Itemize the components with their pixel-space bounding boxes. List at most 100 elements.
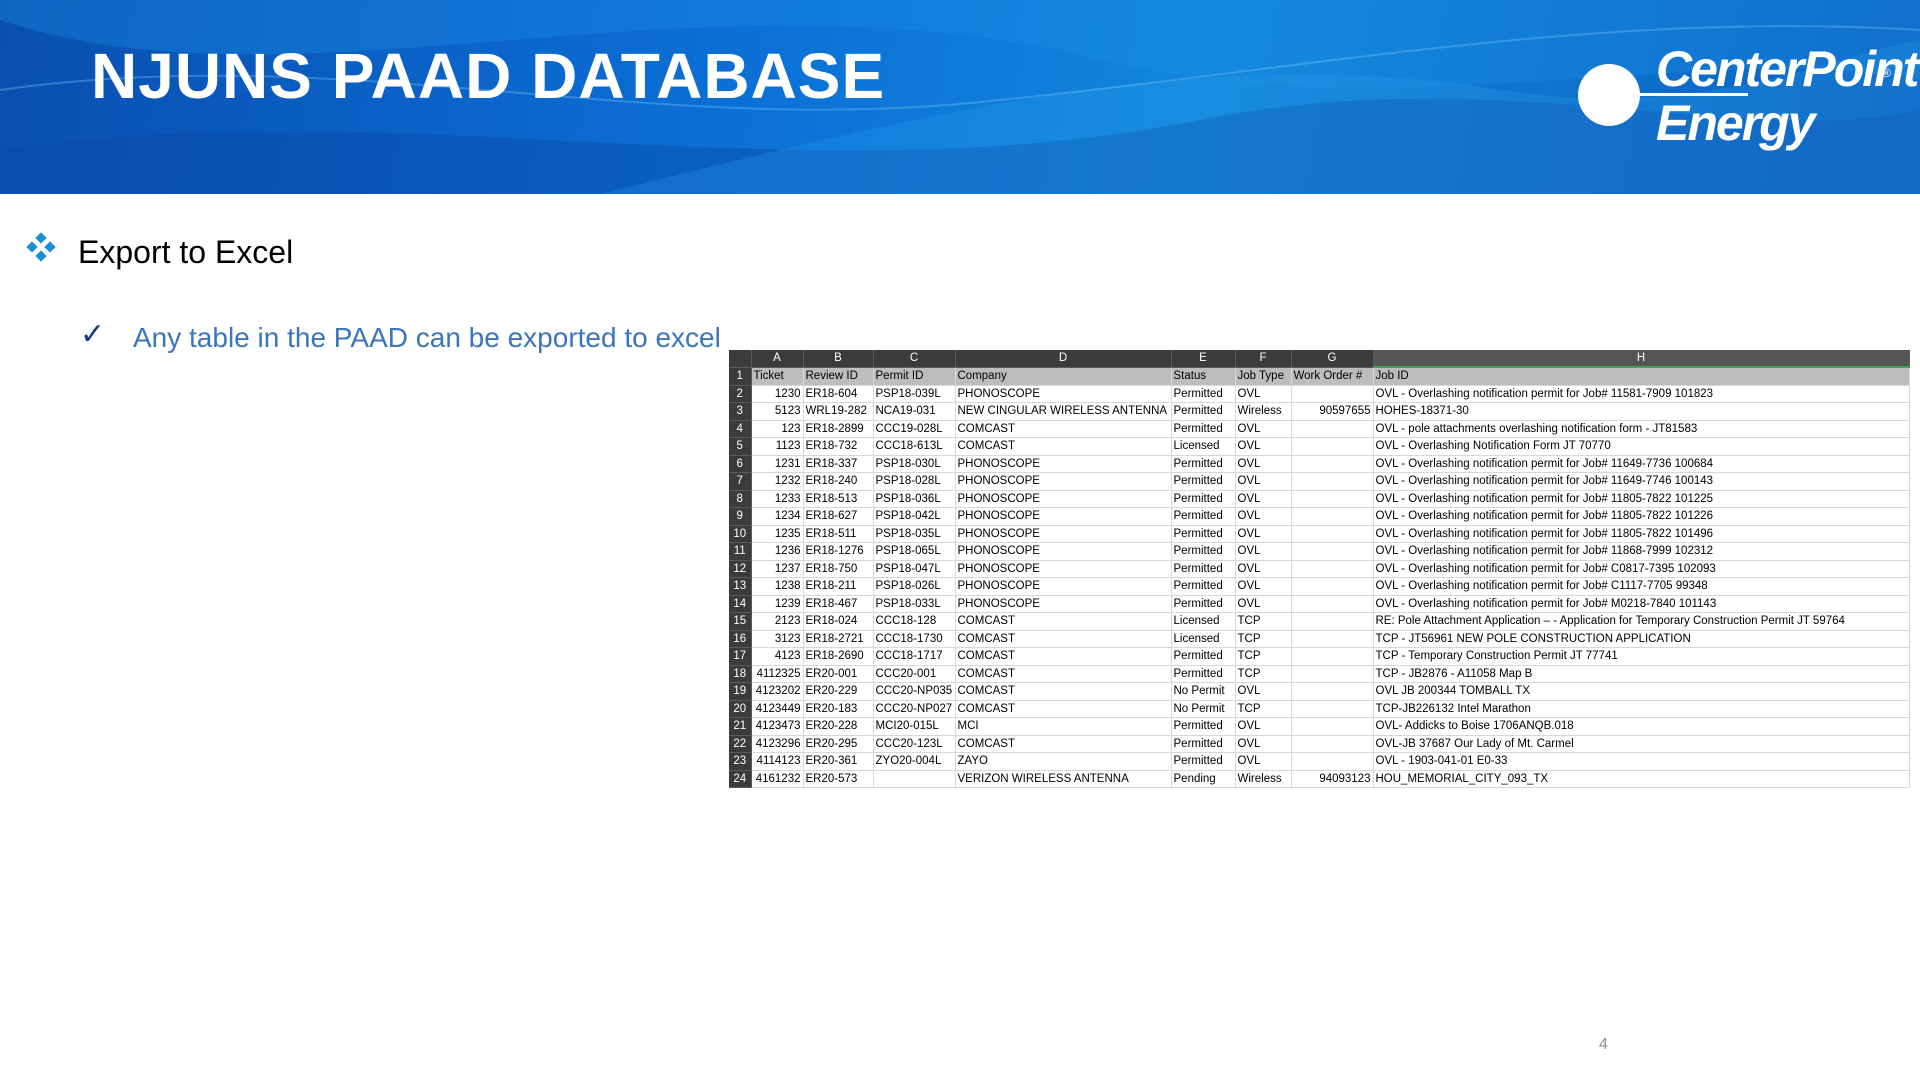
row-number[interactable]: 20 bbox=[729, 700, 752, 718]
table-cell[interactable]: OVL bbox=[1235, 437, 1292, 456]
table-cell[interactable]: TCP bbox=[1235, 665, 1292, 683]
row-number[interactable]: 6 bbox=[729, 455, 752, 473]
table-cell[interactable]: Permitted bbox=[1171, 385, 1236, 403]
table-cell[interactable]: ER20-229 bbox=[803, 682, 874, 701]
table-cell[interactable]: PSP18-028L bbox=[873, 472, 956, 491]
table-cell[interactable]: OVL bbox=[1235, 595, 1292, 613]
table-cell[interactable]: TCP-JB226132 Intel Marathon bbox=[1373, 700, 1910, 718]
table-cell[interactable]: OVL - Overlashing notification permit fo… bbox=[1373, 490, 1910, 508]
table-cell[interactable]: 2123 bbox=[751, 612, 804, 631]
table-cell[interactable]: OVL bbox=[1235, 560, 1292, 578]
table-cell[interactable]: PSP18-065L bbox=[873, 542, 956, 561]
table-cell[interactable]: PHONOSCOPE bbox=[955, 560, 1172, 578]
table-cell[interactable] bbox=[1291, 472, 1374, 491]
table-cell[interactable]: PHONOSCOPE bbox=[955, 577, 1172, 596]
header-cell[interactable]: Company bbox=[955, 367, 1172, 386]
table-cell[interactable]: NEW CINGULAR WIRELESS ANTENNA bbox=[955, 402, 1172, 421]
table-cell[interactable]: OVL bbox=[1235, 752, 1292, 771]
table-cell[interactable]: 1123 bbox=[751, 437, 804, 456]
table-cell[interactable]: PSP18-039L bbox=[873, 385, 956, 403]
table-cell[interactable]: ER18-627 bbox=[803, 507, 874, 526]
column-letter-header[interactable]: G bbox=[1291, 350, 1374, 368]
column-letter-header[interactable]: E bbox=[1171, 350, 1236, 368]
header-cell[interactable]: Review ID bbox=[803, 367, 874, 386]
table-cell[interactable]: ER18-1276 bbox=[803, 542, 874, 561]
table-cell[interactable]: 4161232 bbox=[751, 770, 804, 788]
table-cell[interactable]: PSP18-033L bbox=[873, 595, 956, 613]
table-cell[interactable]: OVL bbox=[1235, 490, 1292, 508]
table-cell[interactable]: Permitted bbox=[1171, 542, 1236, 561]
table-cell[interactable] bbox=[1291, 647, 1374, 666]
table-cell[interactable]: OVL bbox=[1235, 420, 1292, 438]
table-cell[interactable]: TCP - Temporary Construction Permit JT 7… bbox=[1373, 647, 1910, 666]
table-cell[interactable]: ER18-604 bbox=[803, 385, 874, 403]
table-cell[interactable] bbox=[1291, 525, 1374, 543]
row-number[interactable]: 11 bbox=[729, 542, 752, 561]
table-cell[interactable]: 1230 bbox=[751, 385, 804, 403]
table-cell[interactable] bbox=[1291, 420, 1374, 438]
table-cell[interactable]: Permitted bbox=[1171, 665, 1236, 683]
table-cell[interactable] bbox=[1291, 630, 1374, 648]
table-cell[interactable]: ER20-228 bbox=[803, 717, 874, 736]
table-cell[interactable]: Permitted bbox=[1171, 525, 1236, 543]
table-cell[interactable]: PSP18-047L bbox=[873, 560, 956, 578]
header-cell[interactable]: Permit ID bbox=[873, 367, 956, 386]
row-number[interactable]: 13 bbox=[729, 577, 752, 596]
table-cell[interactable]: Pending bbox=[1171, 770, 1236, 788]
table-cell[interactable]: ZYO20-004L bbox=[873, 752, 956, 771]
table-cell[interactable]: 4123473 bbox=[751, 717, 804, 736]
table-cell[interactable]: ER18-511 bbox=[803, 525, 874, 543]
table-cell[interactable]: 4112325 bbox=[751, 665, 804, 683]
table-cell[interactable]: OVL - Overlashing notification permit fo… bbox=[1373, 525, 1910, 543]
table-cell[interactable]: 1238 bbox=[751, 577, 804, 596]
table-cell[interactable]: ER18-2690 bbox=[803, 647, 874, 666]
row-number[interactable]: 2 bbox=[729, 385, 752, 403]
table-cell[interactable]: CCC18-1730 bbox=[873, 630, 956, 648]
table-cell[interactable]: ER18-750 bbox=[803, 560, 874, 578]
table-cell[interactable]: 94093123 bbox=[1291, 770, 1374, 788]
table-cell[interactable]: RE: Pole Attachment Application – - Appl… bbox=[1373, 612, 1910, 631]
table-cell[interactable]: NCA19-031 bbox=[873, 402, 956, 421]
table-cell[interactable]: Permitted bbox=[1171, 577, 1236, 596]
table-cell[interactable]: No Permit bbox=[1171, 700, 1236, 718]
table-cell[interactable]: OVL bbox=[1235, 525, 1292, 543]
table-cell[interactable]: OVL - Overlashing notification permit fo… bbox=[1373, 542, 1910, 561]
table-cell[interactable] bbox=[873, 770, 956, 788]
table-cell[interactable] bbox=[1291, 542, 1374, 561]
row-number[interactable]: 10 bbox=[729, 525, 752, 543]
table-cell[interactable]: 1236 bbox=[751, 542, 804, 561]
table-cell[interactable]: OVL bbox=[1235, 717, 1292, 736]
table-cell[interactable]: HOHES-18371-30 bbox=[1373, 402, 1910, 421]
header-cell[interactable]: Ticket bbox=[751, 367, 804, 386]
table-cell[interactable] bbox=[1291, 665, 1374, 683]
table-cell[interactable]: Permitted bbox=[1171, 472, 1236, 491]
select-all-corner[interactable] bbox=[729, 350, 752, 368]
table-cell[interactable]: COMCAST bbox=[955, 630, 1172, 648]
table-cell[interactable]: OVL bbox=[1235, 472, 1292, 491]
table-cell[interactable]: COMCAST bbox=[955, 735, 1172, 753]
table-cell[interactable]: OVL bbox=[1235, 455, 1292, 473]
table-cell[interactable]: OVL bbox=[1235, 385, 1292, 403]
table-cell[interactable] bbox=[1291, 577, 1374, 596]
table-cell[interactable] bbox=[1291, 717, 1374, 736]
table-cell[interactable]: COMCAST bbox=[955, 420, 1172, 438]
table-cell[interactable]: ER18-513 bbox=[803, 490, 874, 508]
column-letter-header[interactable]: D bbox=[955, 350, 1172, 368]
table-cell[interactable]: PSP18-036L bbox=[873, 490, 956, 508]
table-cell[interactable]: TCP bbox=[1235, 612, 1292, 631]
table-cell[interactable]: Licensed bbox=[1171, 612, 1236, 631]
table-cell[interactable]: OVL - Overlashing notification permit fo… bbox=[1373, 472, 1910, 491]
table-cell[interactable]: Permitted bbox=[1171, 735, 1236, 753]
table-cell[interactable] bbox=[1291, 560, 1374, 578]
table-cell[interactable]: Licensed bbox=[1171, 437, 1236, 456]
table-cell[interactable]: Permitted bbox=[1171, 752, 1236, 771]
table-cell[interactable] bbox=[1291, 385, 1374, 403]
table-cell[interactable]: ER20-183 bbox=[803, 700, 874, 718]
table-cell[interactable]: ER18-2721 bbox=[803, 630, 874, 648]
table-cell[interactable]: ER18-240 bbox=[803, 472, 874, 491]
table-cell[interactable]: COMCAST bbox=[955, 665, 1172, 683]
table-cell[interactable]: Permitted bbox=[1171, 647, 1236, 666]
table-cell[interactable]: PHONOSCOPE bbox=[955, 385, 1172, 403]
table-cell[interactable]: TCP bbox=[1235, 647, 1292, 666]
table-cell[interactable]: OVL- Addicks to Boise 1706ANQB.018 bbox=[1373, 717, 1910, 736]
